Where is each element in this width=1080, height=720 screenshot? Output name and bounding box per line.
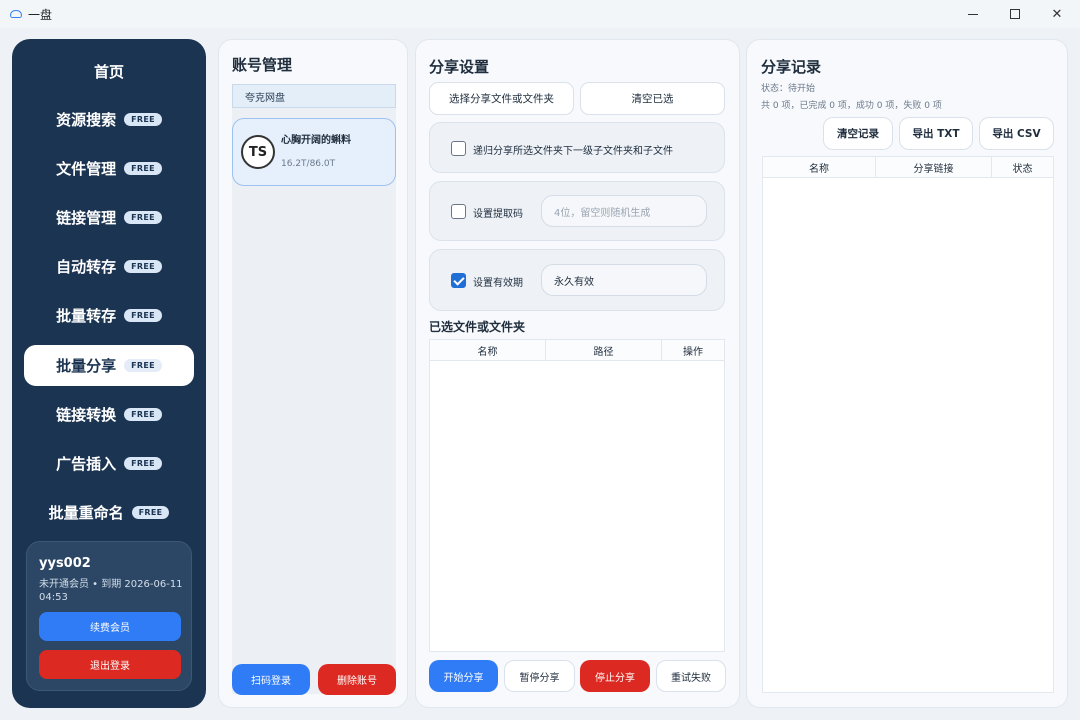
sidebar-item-batch-share[interactable]: 批量分享 FREE (24, 345, 194, 386)
free-badge: FREE (124, 260, 162, 273)
sidebar-item-label: 自动转存 (56, 258, 117, 276)
extract-code-option: 设置提取码 4位，留空则随机生成 (429, 181, 725, 241)
sidebar-item-label: 批量分享 (56, 357, 117, 375)
renew-membership-button[interactable]: 续费会员 (39, 612, 181, 641)
maximize-icon (1010, 9, 1020, 19)
column-header-name[interactable]: 名称 (763, 157, 876, 177)
account-panel-title: 账号管理 (232, 56, 293, 74)
share-settings-panel: 分享设置 选择分享文件或文件夹 清空已选 递归分享所选文件夹下一级子文件夹和子文… (415, 39, 740, 708)
close-icon: ✕ (1051, 6, 1063, 22)
account-name: 心胸开阔的蝌料 (281, 135, 351, 146)
sidebar-item-label: 链接管理 (56, 209, 117, 227)
column-header-share-link[interactable]: 分享链接 (876, 157, 992, 177)
share-records-title: 分享记录 (761, 58, 822, 76)
stop-share-button[interactable]: 停止分享 (580, 660, 650, 692)
free-badge: FREE (124, 309, 162, 322)
column-header-path[interactable]: 路径 (546, 340, 662, 360)
recursive-checkbox[interactable] (451, 141, 466, 156)
recursive-option: 递归分享所选文件夹下一级子文件夹和子文件 (429, 122, 725, 173)
expiry-label: 设置有效期 (473, 278, 523, 289)
sidebar-item-label: 批量重命名 (48, 504, 124, 522)
tab-quark-drive[interactable]: 夸克网盘 (232, 84, 396, 108)
sidebar-item-label: 链接转换 (56, 406, 117, 424)
start-share-button[interactable]: 开始分享 (429, 660, 498, 692)
sidebar-item-batch-rename[interactable]: 批量重命名 FREE (24, 492, 194, 533)
sidebar-item-link-manager[interactable]: 链接管理 FREE (24, 197, 194, 238)
sidebar-item-resource-search[interactable]: 资源搜索 FREE (24, 99, 194, 140)
user-card: yys002 未开通会员 • 到期 2026-06-11 04:53 续费会员 … (26, 541, 192, 691)
sidebar-item-label: 广告插入 (56, 455, 117, 473)
account-panel: 账号管理 夸克网盘 TS 心胸开阔的蝌料 16.2T/86.0T 扫码登录 删除… (218, 39, 408, 708)
maximize-button[interactable] (992, 0, 1038, 28)
clear-records-button[interactable]: 清空记录 (823, 117, 893, 150)
export-txt-button[interactable]: 导出 TXT (899, 117, 973, 150)
sidebar-item-file-manager[interactable]: 文件管理 FREE (24, 148, 194, 189)
pause-share-button[interactable]: 暂停分享 (504, 660, 575, 692)
export-csv-button[interactable]: 导出 CSV (979, 117, 1054, 150)
free-badge: FREE (124, 359, 162, 372)
column-header-status[interactable]: 状态 (992, 157, 1053, 177)
title-bar: 一盘 ✕ (0, 0, 1080, 28)
sidebar-item-label: 资源搜索 (56, 111, 117, 129)
sidebar-item-link-convert[interactable]: 链接转换 FREE (24, 394, 194, 435)
close-button[interactable]: ✕ (1034, 0, 1080, 28)
records-status: 状态：待开始 (761, 84, 816, 94)
membership-status: 未开通会员 • 到期 2026-06-11 04:53 (39, 579, 183, 603)
sidebar: 首页 资源搜索 FREE 文件管理 FREE 链接管理 FREE 自动转存 FR… (12, 39, 206, 708)
sidebar-item-ad-insert[interactable]: 广告插入 FREE (24, 443, 194, 484)
column-header-name[interactable]: 名称 (430, 340, 546, 360)
table-header: 名称 路径 操作 (430, 340, 724, 361)
recursive-label: 递归分享所选文件夹下一级子文件夹和子文件 (473, 146, 673, 157)
sidebar-item-label: 批量转存 (56, 307, 117, 325)
delete-account-button[interactable]: 删除账号 (318, 664, 396, 695)
share-settings-title: 分享设置 (429, 58, 490, 76)
cloud-icon (10, 10, 22, 18)
expiry-option: 设置有效期 永久有效 (429, 249, 725, 311)
sidebar-item-label: 文件管理 (56, 160, 117, 178)
scan-login-button[interactable]: 扫码登录 (232, 664, 310, 695)
expiry-select[interactable]: 永久有效 (541, 264, 707, 296)
clear-selected-button[interactable]: 清空已选 (580, 82, 725, 115)
free-badge: FREE (124, 457, 162, 470)
sidebar-item-auto-save[interactable]: 自动转存 FREE (24, 246, 194, 287)
minimize-icon (968, 13, 978, 15)
table-header: 名称 分享链接 状态 (763, 157, 1053, 178)
account-card[interactable]: TS 心胸开阔的蝌料 16.2T/86.0T (232, 118, 396, 186)
free-badge: FREE (124, 113, 162, 126)
free-badge: FREE (124, 162, 162, 175)
minimize-button[interactable] (950, 0, 996, 28)
window-title: 一盘 (28, 7, 53, 22)
sidebar-item-home[interactable]: 首页 (24, 51, 194, 92)
account-capacity: 16.2T/86.0T (281, 159, 336, 169)
selected-files-title: 已选文件或文件夹 (429, 320, 526, 334)
free-badge: FREE (131, 506, 170, 519)
share-records-panel: 分享记录 状态：待开始 共 0 项，已完成 0 项，成功 0 项，失败 0 项 … (746, 39, 1068, 708)
sidebar-item-label: 首页 (93, 63, 124, 81)
records-counts: 共 0 项，已完成 0 项，成功 0 项，失败 0 项 (761, 101, 942, 111)
avatar: TS (241, 135, 275, 169)
selected-files-table: 名称 路径 操作 (429, 339, 725, 652)
column-header-action[interactable]: 操作 (662, 340, 724, 360)
expiry-checkbox[interactable] (451, 273, 466, 288)
extract-code-checkbox[interactable] (451, 204, 466, 219)
retry-failed-button[interactable]: 重试失败 (656, 660, 726, 692)
sidebar-item-batch-save[interactable]: 批量转存 FREE (24, 295, 194, 336)
user-name: yys002 (39, 556, 91, 571)
share-records-table: 名称 分享链接 状态 (762, 156, 1054, 693)
logout-button[interactable]: 退出登录 (39, 650, 181, 679)
extract-code-input[interactable]: 4位，留空则随机生成 (541, 195, 707, 227)
free-badge: FREE (124, 211, 162, 224)
select-files-button[interactable]: 选择分享文件或文件夹 (429, 82, 574, 115)
extract-code-label: 设置提取码 (473, 209, 523, 220)
free-badge: FREE (124, 408, 162, 421)
account-list: TS 心胸开阔的蝌料 16.2T/86.0T (232, 108, 396, 694)
